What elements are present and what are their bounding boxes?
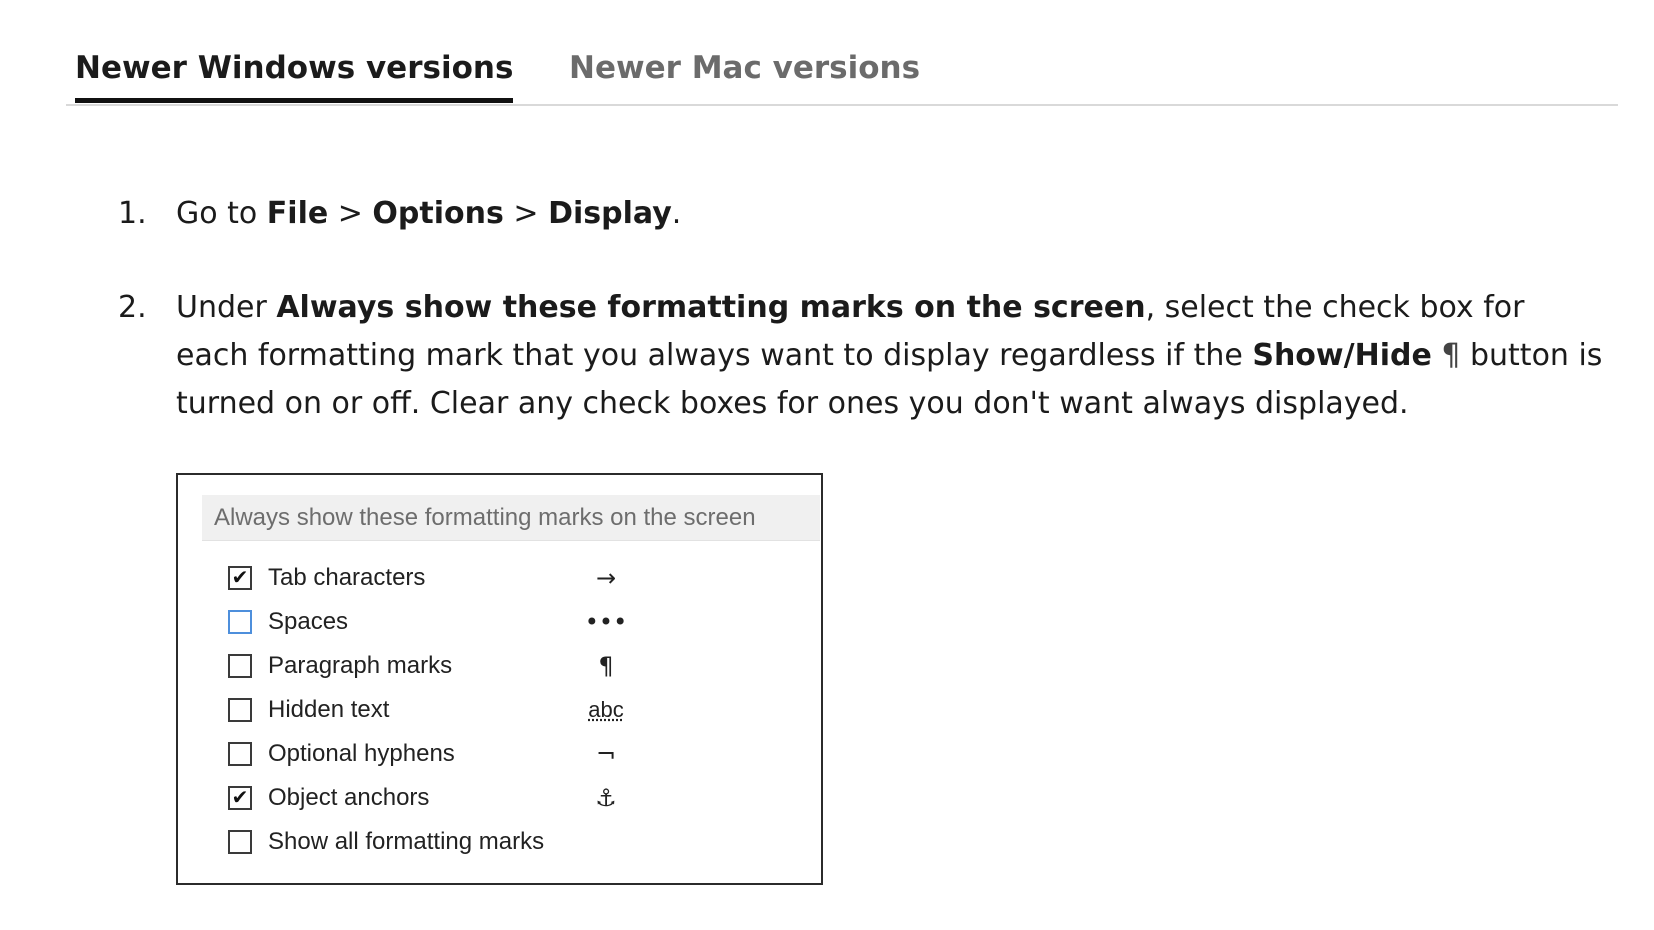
formatting-marks-dialog: Always show these formatting marks on th… bbox=[176, 473, 823, 885]
pilcrow-icon: ¶ bbox=[1441, 338, 1461, 373]
menu-display: Display bbox=[548, 196, 672, 231]
optional-hyphens-checkbox[interactable] bbox=[228, 742, 252, 766]
option-label: Hidden text bbox=[268, 696, 390, 723]
hidden-text-icon: abc bbox=[588, 697, 624, 722]
menu-options: Options bbox=[372, 196, 504, 231]
step-text-part: Go to bbox=[176, 196, 267, 231]
paragraph-marks-checkbox[interactable] bbox=[228, 654, 252, 678]
option-show-all-formatting-marks: Show all formatting marks bbox=[228, 823, 788, 861]
setting-name: Always show these formatting marks on th… bbox=[276, 290, 1146, 325]
anchor-icon: ⚓ bbox=[595, 784, 617, 812]
space-dots-icon: ••• bbox=[584, 608, 628, 636]
option-object-anchors: ✔ Object anchors ⚓ bbox=[228, 779, 788, 817]
menu-file: File bbox=[266, 196, 329, 231]
tab-arrow-icon: → bbox=[595, 564, 617, 592]
show-hide-button-name: Show/Hide bbox=[1252, 338, 1432, 373]
step-1: 1. Go to File > Options > Display. bbox=[118, 190, 1618, 238]
tab-newer-mac-versions[interactable]: Newer Mac versions bbox=[569, 50, 920, 98]
step-number: 1. bbox=[118, 196, 147, 231]
option-optional-hyphens: Optional hyphens ¬ bbox=[228, 735, 788, 773]
option-paragraph-marks: Paragraph marks ¶ bbox=[228, 647, 788, 685]
spaces-checkbox[interactable] bbox=[228, 610, 252, 634]
option-label: Optional hyphens bbox=[268, 740, 455, 767]
dialog-section-header: Always show these formatting marks on th… bbox=[202, 495, 820, 541]
pilcrow-icon: ¶ bbox=[598, 652, 614, 680]
step-text-part: Under bbox=[176, 290, 277, 325]
show-all-formatting-marks-checkbox[interactable] bbox=[228, 830, 252, 854]
option-hidden-text: Hidden text abc bbox=[228, 691, 788, 729]
step-text: Under Always show these formatting marks… bbox=[176, 284, 1606, 428]
option-spaces: Spaces ••• bbox=[228, 603, 788, 641]
tab-bar: Newer Windows versions Newer Mac version… bbox=[66, 38, 1618, 106]
step-2: 2. Under Always show these formatting ma… bbox=[118, 284, 1618, 428]
optional-hyphen-icon: ¬ bbox=[595, 740, 617, 768]
hidden-text-checkbox[interactable] bbox=[228, 698, 252, 722]
step-text-part: . bbox=[671, 196, 682, 231]
option-label: Show all formatting marks bbox=[268, 828, 545, 855]
step-text-part: > bbox=[328, 196, 373, 231]
option-label: Object anchors bbox=[268, 784, 430, 811]
object-anchors-checkbox[interactable]: ✔ bbox=[228, 786, 252, 810]
tab-newer-windows-versions[interactable]: Newer Windows versions bbox=[75, 50, 514, 103]
option-tab-characters: ✔ Tab characters → bbox=[228, 559, 788, 597]
instruction-steps: 1. Go to File > Options > Display. 2. Un… bbox=[118, 190, 1618, 428]
option-label: Spaces bbox=[268, 608, 349, 635]
tab-characters-checkbox[interactable]: ✔ bbox=[228, 566, 252, 590]
option-label: Paragraph marks bbox=[268, 652, 453, 679]
step-number: 2. bbox=[118, 290, 147, 325]
step-text: Go to File > Options > Display. bbox=[176, 190, 1606, 238]
option-label: Tab characters bbox=[268, 564, 426, 591]
step-text-part: > bbox=[503, 196, 549, 231]
